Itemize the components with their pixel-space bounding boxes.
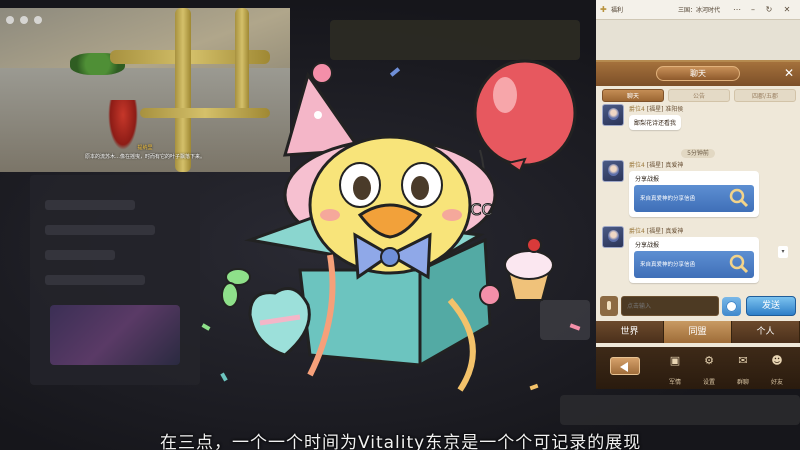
share-body[interactable]: 来自真爱神的分享信函 [634,251,754,278]
game-chat-window: ✚ 福利 三国：冰河时代 ⋯ – ↻ ✕ 聊天 ✕ 聊天 公告 四郡/五郡 爵位… [596,0,800,389]
sender-tag: [福星] [646,106,664,113]
gear-icon: ⚙ [704,354,714,367]
chat-title: 聊天 [656,66,740,81]
avatar[interactable] [602,160,624,182]
channel-private[interactable]: 个人 [732,321,800,343]
magnifier-icon [729,188,749,208]
magnifier-icon [729,254,749,274]
chat-header: 聊天 ✕ [596,62,800,86]
share-card[interactable]: 分享战报 来自真爱神的分享信函 [629,171,759,217]
bg-thumbnail [50,305,180,365]
bg-row [45,275,145,285]
confetti [389,67,401,77]
sender-tag: [福星] [646,228,664,235]
tab-announcement[interactable]: 公告 [668,89,730,102]
channel-tabs: 世界 同盟 个人 [596,321,800,343]
close-icon[interactable]: ✕ [782,5,792,15]
share-title: 分享战报 [635,242,660,249]
message-sender: 爵位4 [福星] 真爱神 [629,226,683,235]
time-separator-label: 5分钟前 [681,149,715,158]
time-separator: 5分钟前 [596,148,800,158]
chat-input-row: 发送 [600,296,796,316]
mascot-sticker: TIBCC [201,59,581,392]
game-backdrop [596,20,800,60]
share-body-text: 来自真爱神的分享信函 [640,196,696,202]
chat-message: 爵位4 [福星] 真爱神 分享战报 来自真爱神的分享信函 [602,226,792,286]
back-button[interactable] [610,357,640,375]
message-list[interactable]: 爵位4 [福星] 准阳侯 鄙梨花诗还看我 5分钟前 爵位4 [福星] 真爱神 分… [596,104,800,304]
candy-icon [479,284,501,306]
channel-alliance[interactable]: 同盟 [664,321,732,343]
game-ui-icon[interactable] [20,16,28,24]
nav-label: 设置 [702,379,715,386]
party-hat-icon [282,62,363,157]
bg-row [45,225,155,235]
bottom-nav: ▣ 军情 ⚙ 设置 ✉ 群聊 ☻ 好友 [596,347,800,389]
cupcake-icon [504,237,554,301]
bg-panel [330,20,580,60]
scroll-down-icon[interactable]: ▾ [778,246,788,258]
nav-label: 好友 [770,379,783,386]
avatar[interactable] [602,226,624,248]
message-sender: 爵位4 [福星] 真爱神 [629,160,683,169]
game-ui-icon[interactable] [6,16,14,24]
bg-row [45,200,135,210]
friends-icon: ☻ [771,354,783,367]
topbar-tab[interactable]: 福利 [611,5,623,14]
close-icon[interactable]: ✕ [784,65,794,81]
voice-button[interactable] [600,296,618,316]
confetti [569,323,581,331]
confetti [529,383,539,391]
dialog-text: 原本的流苏木…像在摇曳，时而有它的叶子飘落下来。 [84,154,205,160]
share-body[interactable]: 来自真爱神的分享信函 [634,185,754,212]
nav-label: 军情 [668,379,681,386]
chat-input[interactable] [621,296,719,316]
confetti [220,372,228,382]
tab-chat[interactable]: 聊天 [602,89,664,102]
group-chat-icon: ✉ [738,354,748,367]
game-ui-icon[interactable] [34,16,42,24]
sender-name: 准阳侯 [665,106,684,113]
window-title: 三国：冰河时代 [678,7,721,14]
nav-group-chat[interactable]: ✉ 群聊 [730,355,756,388]
message-text: 鄙梨花诗还看我 [629,115,682,130]
chat-panel: 聊天 ✕ 聊天 公告 四郡/五郡 爵位4 [福星] 准阳侯 鄙梨花诗还看我 5分… [596,60,800,389]
game-topbar [6,14,42,26]
sender-rank: 爵位4 [629,106,645,113]
bg-panel [560,395,800,425]
sender-rank: 爵位4 [629,162,645,169]
battle-report-icon: ▣ [669,354,681,367]
sender-rank: 爵位4 [629,228,645,235]
chat-message: 爵位4 [福星] 准阳侯 鄙梨花诗还看我 [602,104,792,138]
game-character [108,100,138,150]
nav-friends[interactable]: ☻ 好友 [764,355,790,388]
heart-box-icon [248,287,311,357]
chat-message: 爵位4 [福星] 真爱神 分享战报 来自真爱神的分享信函 [602,160,792,220]
bg-row [45,250,115,260]
share-card[interactable]: 分享战报 来自真爱神的分享信函 [629,237,759,283]
chat-tabs: 聊天 公告 四郡/五郡 [602,89,796,102]
menu-icon[interactable]: ⋯ [732,5,742,15]
emoji-button[interactable] [722,297,741,316]
channel-world[interactable]: 世界 [596,321,664,343]
share-title: 分享战报 [635,176,660,183]
window-topbar: ✚ 福利 三国：冰河时代 ⋯ – ↻ ✕ [596,0,800,20]
nav-battle-report[interactable]: ▣ 军情 [662,355,688,388]
nav-settings[interactable]: ⚙ 设置 [696,355,722,388]
gift-icon[interactable]: ✚ [600,5,608,14]
minimize-icon[interactable]: – [748,5,758,15]
sender-name: 真爱神 [665,228,684,235]
balloon-dog-icon [221,268,251,308]
confetti [201,323,211,331]
send-button[interactable]: 发送 [746,296,796,316]
tab-region[interactable]: 四郡/五郡 [734,89,796,102]
share-body-text: 来自真爱神的分享信函 [640,262,696,268]
message-sender: 爵位4 [福星] 准阳侯 [629,104,683,113]
sender-name: 真爱神 [665,162,684,169]
refresh-icon[interactable]: ↻ [764,5,774,15]
avatar[interactable] [602,104,624,126]
stream-subtitle: 在三点，一个一个时间为Vitality东京是一个个可记录的展现 [160,433,642,450]
nav-label: 群聊 [736,379,749,386]
sender-tag: [福星] [646,162,664,169]
